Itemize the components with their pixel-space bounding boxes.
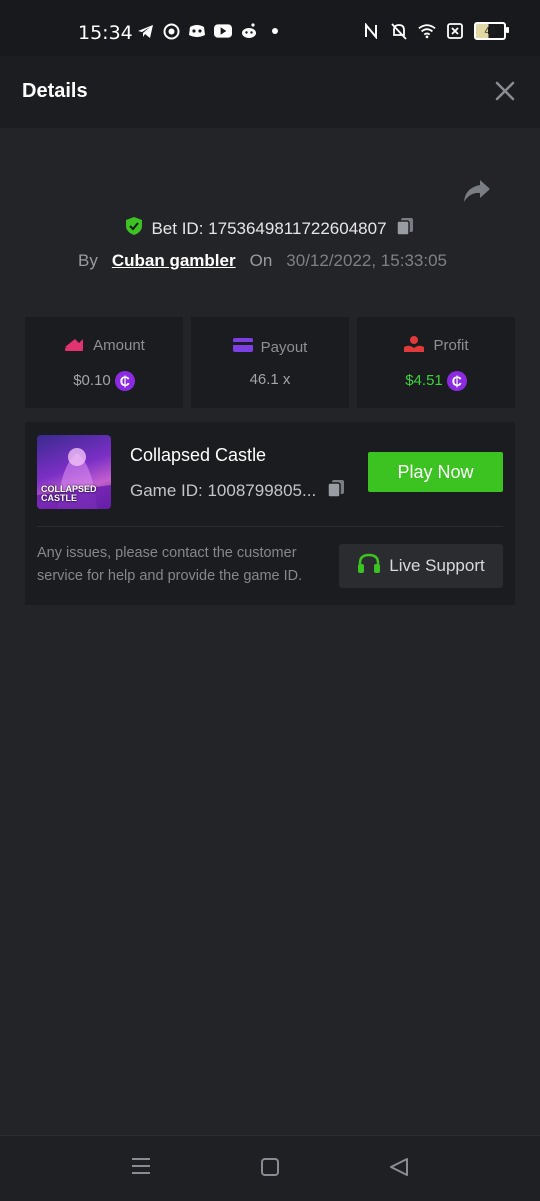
system-nav-bar — [0, 1135, 540, 1201]
payout-value: 46.1 x — [249, 371, 291, 388]
amount-label: Amount — [93, 337, 145, 354]
reddit-icon — [240, 22, 258, 40]
page-title: Details — [22, 80, 88, 102]
game-thumbnail[interactable]: COLLAPSED CASTLE — [37, 435, 111, 509]
support-info-text: Any issues, please contact the customer … — [37, 545, 303, 584]
close-icon[interactable] — [494, 80, 516, 102]
game-name: Collapsed Castle — [130, 445, 267, 465]
live-support-label: Live Support — [389, 556, 485, 575]
recent-apps-icon[interactable] — [130, 1156, 154, 1180]
home-icon[interactable] — [259, 1156, 283, 1180]
coin-icon: ₵ — [446, 370, 467, 391]
sim-icon — [446, 22, 464, 40]
copy-icon[interactable] — [395, 216, 415, 241]
notification-icons — [136, 22, 284, 40]
payout-card: Payout 46.1 x — [191, 317, 349, 408]
divider — [37, 526, 503, 527]
by-label: By — [78, 251, 98, 270]
system-icons: 46 — [362, 22, 509, 40]
payout-label: Payout — [260, 338, 308, 356]
profit-label: Profit — [433, 337, 469, 354]
share-icon[interactable] — [462, 178, 492, 206]
card-icon — [232, 337, 253, 357]
amount-card: Amount $0.10 ₵ — [25, 317, 183, 408]
bet-id-row: Bet ID: 1753649811722604807 — [0, 216, 540, 241]
user-link[interactable]: Cuban gambler — [112, 251, 236, 271]
game-id: Game ID: 1008799805... — [130, 480, 317, 500]
details-header: Details — [0, 56, 540, 128]
game-card: COLLAPSED CASTLE Collapsed Castle Game ID… — [25, 422, 515, 605]
discord-icon — [188, 22, 206, 40]
bet-meta: By Cuban gambler On 30/12/2022, 15:33:05 — [78, 251, 447, 271]
play-now-button[interactable]: Play Now — [368, 452, 503, 492]
mute-icon — [390, 22, 408, 40]
thumbnail-logo-text: COLLAPSED CASTLE — [41, 484, 97, 503]
youtube-icon — [214, 22, 232, 40]
profit-icon — [403, 335, 425, 357]
back-icon[interactable] — [388, 1156, 412, 1180]
bet-date: 30/12/2022, 15:33:05 — [286, 251, 447, 270]
coin-icon: ₵ — [114, 370, 135, 391]
amount-value: $0.10 — [73, 372, 111, 389]
on-label: On — [249, 251, 273, 270]
headset-icon — [357, 553, 381, 580]
amount-icon — [63, 335, 85, 357]
live-support-button[interactable]: Live Support — [339, 544, 503, 588]
status-time: 15:34 — [78, 22, 133, 44]
dot-icon — [266, 22, 284, 40]
game-id-row: Game ID: 1008799805... — [130, 478, 346, 503]
status-bar: 15:34 46 — [0, 0, 540, 56]
battery-icon: 46 — [474, 22, 509, 40]
whatsapp-icon — [162, 22, 180, 40]
bet-id: Bet ID: 1753649811722604807 — [151, 218, 387, 238]
telegram-icon — [136, 22, 154, 40]
profit-value: $4.51 — [405, 372, 443, 389]
nfc-icon — [362, 22, 380, 40]
profit-card: Profit $4.51 ₵ — [357, 317, 515, 408]
verified-shield-icon — [125, 216, 143, 241]
copy-game-id-icon[interactable] — [326, 478, 346, 503]
wifi-icon — [418, 22, 436, 40]
stats-row: Amount $0.10 ₵ Payout 46.1 x Profit $4.5… — [25, 317, 515, 408]
